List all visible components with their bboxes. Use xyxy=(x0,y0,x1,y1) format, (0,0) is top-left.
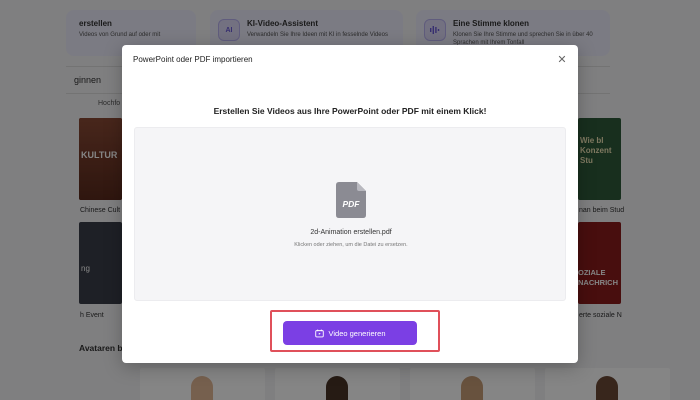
file-dropzone[interactable]: PDF 2d-Animation erstellen.pdf Klicken o… xyxy=(134,127,566,301)
pdf-file-icon: PDF xyxy=(336,182,366,218)
generate-video-label: Video generieren xyxy=(328,328,386,338)
generate-video-button[interactable]: Video generieren xyxy=(283,321,417,345)
dialog-title: PowerPoint oder PDF importieren xyxy=(133,55,253,64)
file-name: 2d-Animation erstellen.pdf xyxy=(310,229,392,236)
dialog-headline: Erstellen Sie Videos aus Ihre PowerPoint… xyxy=(213,106,487,116)
file-hint: Klicken oder ziehen, um die Datei zu ers… xyxy=(294,242,408,248)
video-icon xyxy=(314,329,324,337)
close-icon[interactable]: ✕ xyxy=(556,54,568,66)
import-dialog: PowerPoint oder PDF importieren ✕ Erstel… xyxy=(122,45,578,363)
pdf-icon-label: PDF xyxy=(343,199,361,209)
